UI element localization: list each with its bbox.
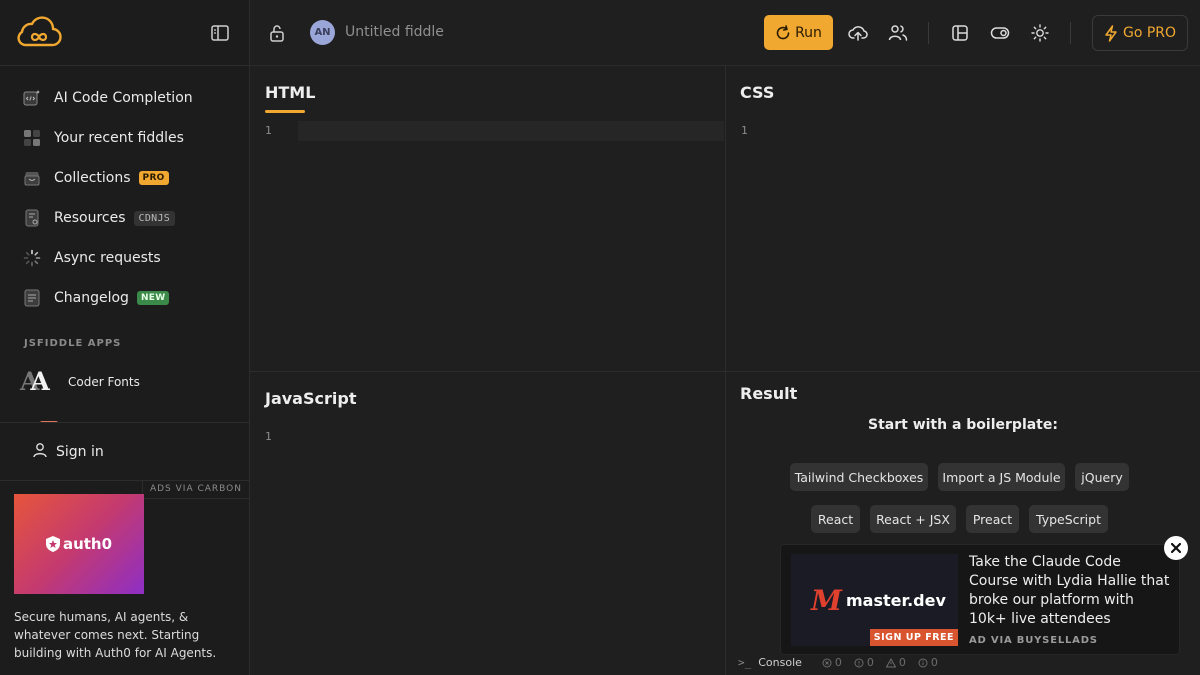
pane-divider-horizontal[interactable] (250, 371, 1200, 372)
warning-circle-icon (854, 658, 864, 667)
close-ad-button[interactable] (1164, 536, 1188, 560)
sidebar-toggle-icon[interactable] (210, 24, 230, 42)
warning-circle-value: 0 (866, 656, 874, 669)
html-editor[interactable] (250, 118, 725, 371)
warning-count-value: 0 (898, 656, 906, 669)
toggle-icon[interactable] (990, 23, 1010, 43)
sidebar-item-ai-code-completion[interactable]: AI Code Completion (0, 78, 249, 118)
sidebar-item-async-requests[interactable]: Async requests (0, 238, 249, 278)
error-count: 0 (822, 656, 842, 669)
buysellads-popup[interactable]: M master.dev SIGN UP FREE Take the Claud… (780, 544, 1180, 655)
auth0-shield-icon (45, 536, 60, 552)
close-icon (1170, 542, 1182, 554)
info-count-value: 0 (930, 656, 938, 669)
collaborate-users-icon[interactable] (888, 23, 908, 43)
console-label: Console (758, 656, 802, 669)
carbon-ad[interactable]: ADS VIA CARBON auth0 Secure humans, AI a… (0, 480, 249, 675)
run-label: Run (795, 24, 822, 41)
active-tab-indicator (265, 110, 305, 113)
ad-image[interactable]: auth0 (14, 494, 144, 594)
brand-name: master.dev (846, 591, 946, 610)
popup-ad-text[interactable]: Take the Claude Code Course with Lydia H… (969, 553, 1174, 629)
toolbar-divider (1070, 22, 1071, 44)
sign-up-free-badge[interactable]: SIGN UP FREE (869, 629, 958, 646)
toolbar-divider (928, 22, 929, 44)
info-icon (918, 658, 928, 667)
run-button[interactable]: Run (764, 15, 833, 50)
boilerplate-heading: Start with a boilerplate: (868, 417, 1058, 433)
boilerplate-chip[interactable]: React + JSX (870, 505, 956, 533)
css-pane-title[interactable]: CSS (740, 83, 774, 102)
sidebar: AI Code Completion Your recent fiddles C… (0, 0, 250, 675)
sidebar-item-label: Collections (54, 170, 131, 186)
boilerplate-chip[interactable]: Tailwind Checkboxes (790, 463, 928, 491)
js-editor[interactable] (250, 424, 725, 675)
js-pane-title[interactable]: JavaScript (265, 389, 356, 408)
refresh-icon (776, 24, 790, 39)
grid-icon (23, 129, 41, 147)
pro-badge: PRO (138, 171, 169, 185)
popup-ad-image[interactable]: M master.dev SIGN UP FREE (791, 554, 958, 646)
sign-in-label: Sign in (56, 443, 104, 460)
jsfiddle-logo-icon[interactable] (14, 15, 62, 49)
sidebar-nav: AI Code Completion Your recent fiddles C… (0, 78, 249, 318)
info-count: 0 (918, 656, 938, 669)
brand-mark: M (811, 584, 842, 617)
sign-in-button[interactable]: Sign in (0, 423, 249, 481)
ai-code-icon (23, 89, 41, 107)
css-editor[interactable] (726, 118, 1200, 371)
boilerplate-chip[interactable]: Preact (966, 505, 1019, 533)
sidebar-item-label: Changelog (54, 290, 129, 306)
error-icon (822, 658, 832, 667)
file-icon (23, 209, 41, 227)
lock-icon[interactable] (269, 24, 285, 46)
sidebar-item-label: AI Code Completion (54, 90, 193, 106)
master-dev-logo: M master.dev (811, 584, 946, 617)
warning-count: 0 (885, 656, 906, 669)
ad-brand: auth0 (62, 535, 113, 553)
html-pane-title[interactable]: HTML (265, 83, 315, 102)
app-coder-fonts[interactable]: AA Coder Fonts (20, 368, 140, 396)
box-icon (23, 169, 41, 187)
spinner-icon (23, 249, 41, 267)
terminal-icon: >_ (738, 656, 752, 669)
sidebar-item-resources[interactable]: Resources CDNJS (0, 198, 249, 238)
sidebar-header (0, 0, 249, 66)
error-count-value: 0 (834, 656, 842, 669)
sidebar-item-label: Async requests (54, 250, 161, 266)
ads-via-carbon-label[interactable]: ADS VIA CARBON (141, 480, 249, 499)
sidebar-item-collections[interactable]: Collections PRO (0, 158, 249, 198)
warning-circle-count: 0 (854, 656, 874, 669)
doc-icon (23, 289, 41, 307)
top-toolbar: AN Untitled fiddle Run Go PRO (250, 0, 1200, 66)
go-pro-label: Go PRO (1122, 25, 1177, 41)
coder-fonts-logo: AA (20, 367, 50, 396)
ad-text[interactable]: Secure humans, AI agents, & whatever com… (14, 608, 239, 662)
user-icon (32, 442, 48, 462)
boilerplate-chip[interactable]: Import a JS Module (938, 463, 1065, 491)
cdnjs-badge: CDNJS (133, 210, 176, 226)
sidebar-item-label: Resources (54, 210, 126, 226)
app-next-peek (20, 414, 58, 422)
boilerplate-chip[interactable]: jQuery (1075, 463, 1129, 491)
go-pro-button[interactable]: Go PRO (1092, 15, 1188, 51)
app-label: Coder Fonts (68, 375, 140, 389)
sidebar-footer: Sign in (0, 422, 249, 481)
sidebar-item-label: Your recent fiddles (54, 130, 184, 146)
layout-icon[interactable] (950, 23, 970, 43)
apps-heading: JSFIDDLE APPS (24, 338, 122, 349)
upload-cloud-icon[interactable] (848, 23, 868, 43)
new-badge: NEW (136, 291, 170, 305)
boilerplate-chip[interactable]: TypeScript (1029, 505, 1108, 533)
sidebar-item-changelog[interactable]: Changelog NEW (0, 278, 249, 318)
sun-theme-icon[interactable] (1030, 23, 1050, 43)
fiddle-title[interactable]: Untitled fiddle (345, 24, 444, 40)
lightning-icon (1105, 24, 1117, 42)
sidebar-item-recent-fiddles[interactable]: Your recent fiddles (0, 118, 249, 158)
result-pane-title: Result (740, 384, 798, 403)
boilerplate-chip[interactable]: React (811, 505, 860, 533)
warning-triangle-icon (885, 657, 896, 667)
ad-via-buysellads-label[interactable]: AD VIA BUYSELLADS (969, 635, 1098, 646)
avatar[interactable]: AN (310, 20, 335, 45)
